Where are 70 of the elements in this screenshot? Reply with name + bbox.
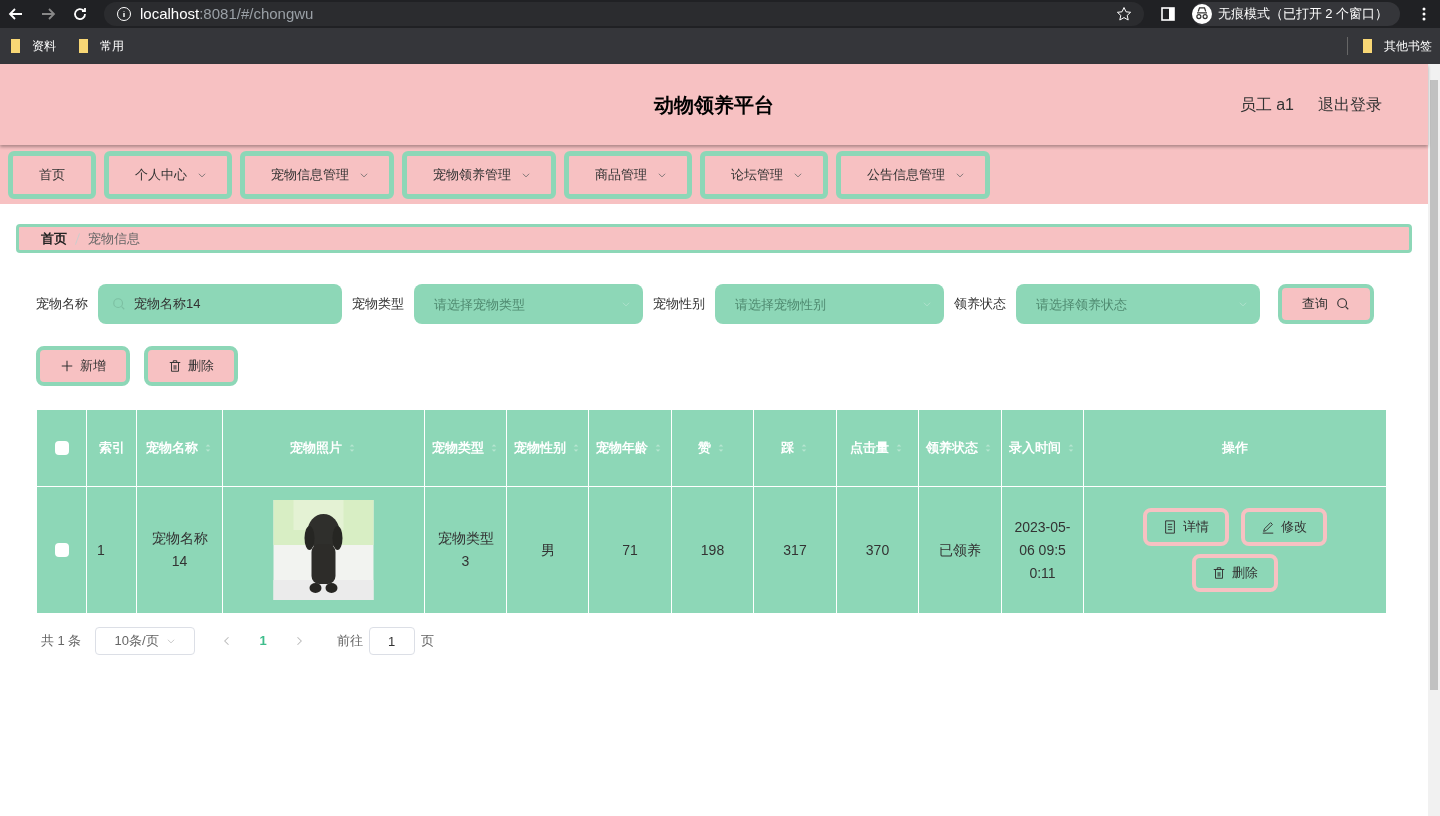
address-bar[interactable]: localhost:8081/#/chongwu: [104, 2, 1144, 26]
site-title: 动物领养平台: [654, 92, 774, 118]
bookmark[interactable]: 其他书签: [1347, 37, 1432, 55]
filter-label: 宠物类型: [352, 295, 404, 314]
search-button[interactable]: 查询: [1278, 284, 1374, 324]
caret-icon: [166, 636, 177, 646]
goto-label: 前往: [336, 632, 363, 651]
logout-link[interactable]: 退出登录: [1318, 92, 1382, 117]
goto-suffix: 页: [420, 632, 434, 651]
nav-menu-item[interactable]: 首页: [8, 150, 96, 199]
table-cell-text: 男: [540, 540, 555, 560]
table-cell-text: 2023-05-06 09:50:11: [1014, 517, 1071, 583]
nav-menu-item[interactable]: 宠物信息管理: [240, 150, 394, 199]
caret-icon: [1238, 299, 1248, 309]
table-cell-text: 317: [783, 540, 807, 560]
breadcrumb-item: 宠物信息: [88, 229, 140, 248]
back-icon: [8, 6, 24, 22]
incognito-icon: [1191, 4, 1212, 24]
side-panel-icon: [1159, 6, 1176, 22]
plus-icon: [60, 359, 74, 373]
incognito-badge[interactable]: 无痕模式（已打开 2 个窗口）: [1191, 2, 1400, 26]
delete-button[interactable]: 删除: [1192, 554, 1278, 592]
reload-icon: [72, 6, 88, 22]
table-cell-text: 宠物类型3: [437, 529, 494, 571]
search-icon: [112, 297, 126, 311]
column-header: 操作: [1222, 439, 1248, 458]
url-text: localhost:8081/#/chongwu: [140, 3, 314, 24]
table-cell-text: 1: [97, 540, 105, 560]
nav-menu-item[interactable]: 公告信息管理: [836, 150, 990, 199]
pencil-icon: [1261, 520, 1275, 534]
user-name: 员工 a1: [1239, 94, 1294, 115]
search-field[interactable]: 宠物名称14: [98, 284, 342, 324]
bookmark[interactable]: 常用: [76, 37, 124, 55]
table-cell-text: 已领养: [939, 540, 981, 560]
total-count: 共 1 条: [41, 632, 82, 651]
page-size-select[interactable]: 10条/页: [95, 627, 196, 655]
nav-menu-item[interactable]: 个人中心: [104, 150, 232, 199]
column-header: 索引: [98, 439, 125, 458]
star-icon: [1115, 6, 1132, 22]
table-cell-text: 198: [700, 540, 725, 560]
caret-icon: [621, 299, 631, 309]
document-icon: [1163, 520, 1177, 534]
breadcrumb-item[interactable]: 首页: [41, 228, 67, 249]
select-field[interactable]: 请选择宠物类型: [414, 284, 643, 324]
search-icon: [1336, 297, 1350, 311]
filter-label: 领养状态: [954, 295, 1006, 314]
filter-label: 宠物名称: [36, 295, 88, 314]
edit-button[interactable]: 修改: [1241, 508, 1327, 546]
trash-icon: [168, 359, 182, 373]
select-field[interactable]: 请选择领养状态: [1016, 284, 1260, 324]
info-icon: [116, 6, 132, 22]
table-cell-text: 370: [865, 540, 890, 560]
add-button[interactable]: 新增: [36, 346, 130, 386]
filter-label: 宠物性别: [653, 295, 705, 314]
caret-icon: [922, 299, 932, 309]
checkbox[interactable]: [54, 441, 69, 455]
bookmark[interactable]: 资料: [8, 37, 56, 55]
select-field[interactable]: 请选择宠物性别: [715, 284, 944, 324]
checkbox[interactable]: [54, 543, 69, 557]
nav-menu-item[interactable]: 商品管理: [564, 150, 692, 199]
nav-menu-item[interactable]: 宠物领养管理: [402, 150, 556, 199]
scrollbar[interactable]: [1428, 64, 1440, 816]
table-cell-text: 71: [622, 540, 638, 560]
table-cell-text: 宠物名称14: [150, 529, 209, 571]
page-input[interactable]: 1: [368, 627, 415, 655]
nav-menu-item[interactable]: 论坛管理: [700, 150, 828, 199]
delete-button[interactable]: 删除: [144, 346, 238, 386]
details-button[interactable]: 详情: [1143, 508, 1229, 546]
forward-icon: [40, 6, 56, 22]
trash-icon: [1212, 566, 1226, 580]
